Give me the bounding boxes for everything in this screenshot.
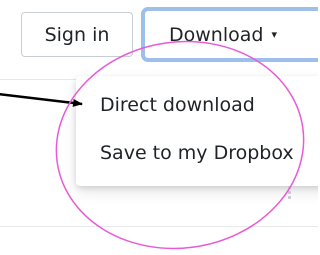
caret-down-icon: ▾ bbox=[271, 28, 277, 41]
sign-in-button[interactable]: Sign in bbox=[21, 12, 133, 57]
download-button[interactable]: Download ▾ bbox=[141, 7, 318, 62]
direct-download-menu-item[interactable]: Direct download bbox=[100, 96, 255, 115]
page: Sign in Download ▾ Direct download Save … bbox=[0, 0, 318, 255]
save-to-dropbox-menu-item[interactable]: Save to my Dropbox bbox=[100, 144, 294, 163]
annotation-arrow-icon bbox=[0, 92, 83, 107]
more-icon bbox=[288, 186, 292, 200]
sign-in-label: Sign in bbox=[44, 23, 110, 46]
download-label: Download bbox=[169, 23, 264, 46]
section-divider bbox=[0, 226, 318, 227]
download-dropdown-menu: Direct download Save to my Dropbox bbox=[76, 76, 318, 186]
